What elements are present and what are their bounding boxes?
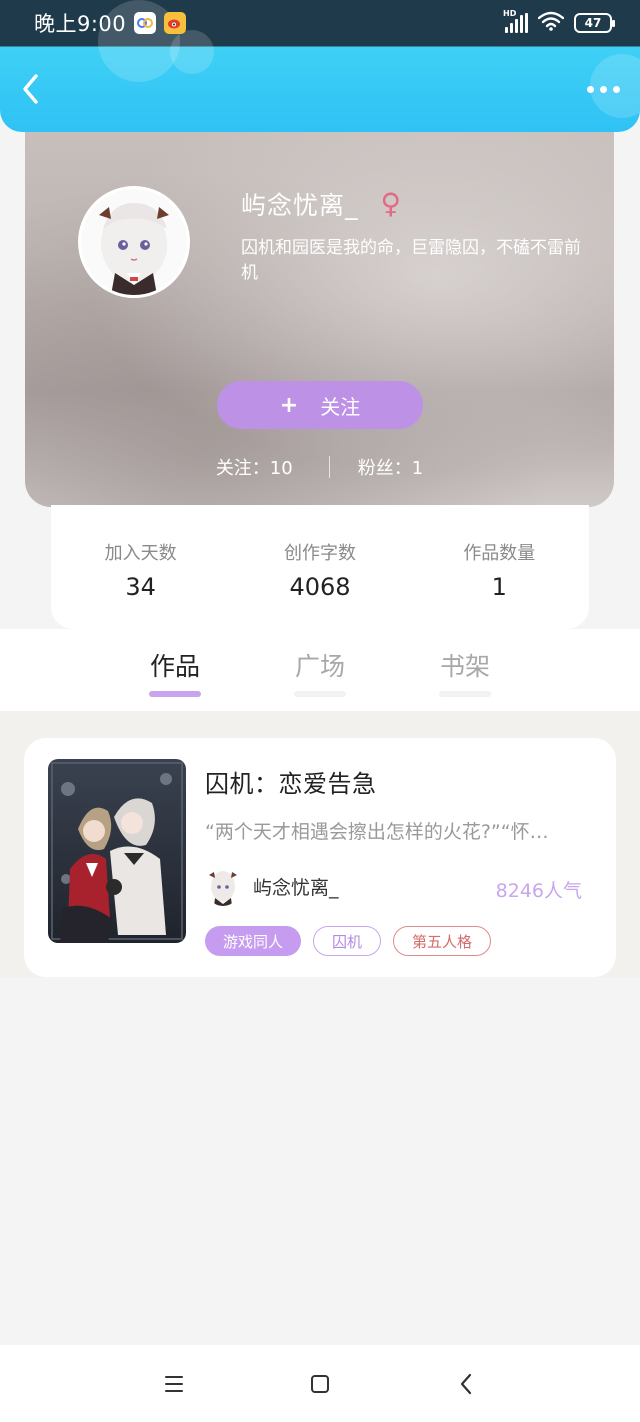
tag-list: 游戏同人 囚机 第五人格 — [205, 926, 492, 956]
tab-plaza[interactable]: 广场 — [294, 647, 346, 697]
female-icon: ♀ — [380, 187, 402, 220]
profile-bio: 囚机和园医是我的命，巨雷隐囚，不磕不雷前机 — [241, 238, 581, 283]
more-options-button[interactable] — [587, 76, 620, 103]
signal-strength-icon: HD — [503, 9, 528, 33]
nav-header — [0, 47, 640, 131]
menu-icon — [165, 1375, 183, 1392]
stat-word-count: 创作字数 4068 — [230, 505, 409, 629]
stat-label: 加入天数 — [104, 543, 177, 564]
system-back-button[interactable] — [448, 1366, 484, 1402]
app-header: 晚上9:00 HD 47 — [0, 0, 640, 132]
follow-button[interactable]: + 关注 — [217, 381, 423, 429]
work-card[interactable]: 囚机：恋爱告急 “两个天才相遇会擦出怎样的火花?”“怀… 屿念忧离_ 8246人… — [24, 738, 616, 977]
home-square-icon — [311, 1374, 329, 1393]
network-label: HD — [503, 9, 517, 18]
stat-value: 1 — [491, 573, 507, 601]
follow-stats: 关注：10 粉丝：1 — [25, 454, 614, 480]
stat-label: 作品数量 — [463, 543, 536, 564]
work-title[interactable]: 囚机：恋爱告急 — [205, 764, 377, 799]
follow-button-label: 关注 — [320, 394, 361, 419]
author-name[interactable]: 屿念忧离_ — [253, 873, 339, 900]
status-time: 晚上9:00 — [34, 12, 127, 36]
tab-label: 书架 — [439, 652, 490, 681]
tag-chip[interactable]: 第五人格 — [393, 926, 492, 956]
followers-count[interactable]: 粉丝：1 — [358, 454, 423, 480]
stat-join-days: 加入天数 34 — [51, 505, 230, 629]
battery-level: 47 — [584, 16, 602, 30]
following-count[interactable]: 关注：10 — [216, 454, 293, 480]
home-button[interactable] — [302, 1366, 338, 1402]
wifi-icon — [537, 11, 565, 35]
tab-indicator — [149, 691, 201, 697]
tab-bar: 作品 广场 书架 — [0, 629, 640, 711]
battery-icon: 47 — [574, 13, 615, 33]
weibo-icon — [164, 12, 187, 34]
divider — [328, 456, 330, 478]
author-row: 屿念忧离_ — [205, 866, 339, 906]
tab-bookshelf[interactable]: 书架 — [439, 647, 491, 697]
tag-chip[interactable]: 游戏同人 — [205, 926, 302, 956]
status-bar: 晚上9:00 HD 47 — [0, 0, 640, 46]
baidu-netdisk-icon — [134, 12, 157, 34]
tab-label: 广场 — [294, 652, 345, 681]
username: 屿念忧离_ — [241, 191, 359, 220]
more-dots-icon — [587, 85, 594, 93]
author-avatar — [205, 866, 241, 906]
tab-label: 作品 — [149, 652, 200, 681]
plus-icon: + — [279, 392, 299, 418]
system-nav-bar — [0, 1345, 640, 1422]
stat-value: 34 — [125, 573, 156, 601]
stats-card: 加入天数 34 创作字数 4068 作品数量 1 — [51, 505, 589, 629]
back-button[interactable] — [20, 64, 60, 114]
work-description: “两个天才相遇会擦出怎样的火花?”“怀… — [205, 821, 549, 843]
stat-value: 4068 — [289, 573, 351, 601]
username-row: 屿念忧离_ ♀ — [241, 186, 401, 222]
profile-header-card: 屿念忧离_ ♀ 囚机和园医是我的命，巨雷隐囚，不磕不雷前机 + 关注 关注：10… — [25, 120, 614, 507]
book-cover-image[interactable] — [48, 759, 186, 943]
tag-chip[interactable]: 囚机 — [313, 926, 382, 956]
stat-work-count: 作品数量 1 — [410, 505, 589, 629]
tab-indicator — [294, 691, 346, 697]
chevron-left-icon — [23, 74, 38, 104]
popularity-count: 8246人气 — [495, 880, 582, 902]
tab-works[interactable]: 作品 — [149, 647, 201, 697]
tab-indicator — [439, 691, 491, 697]
avatar[interactable] — [78, 186, 190, 298]
back-triangle-icon — [460, 1373, 472, 1394]
stat-label: 创作字数 — [283, 543, 356, 564]
menu-button[interactable] — [156, 1366, 192, 1402]
